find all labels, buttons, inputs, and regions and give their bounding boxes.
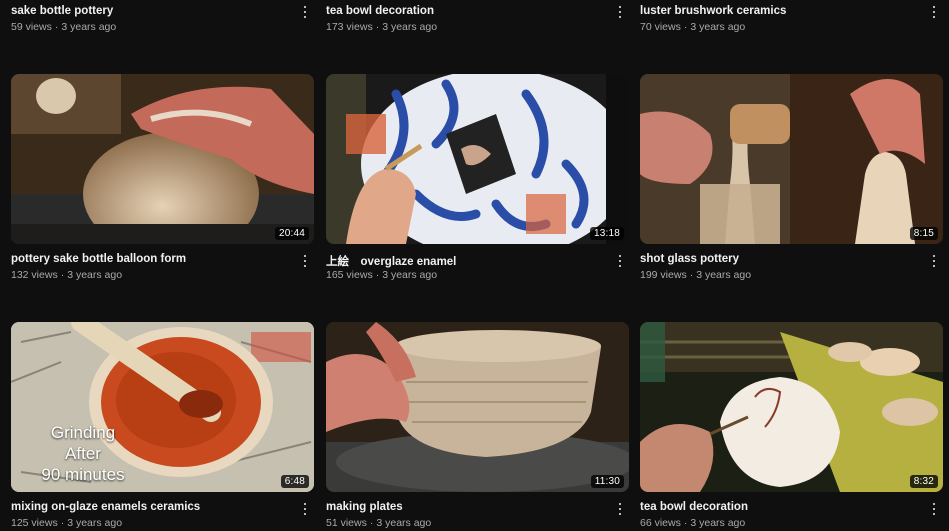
video-meta: 59 views · 3 years ago: [11, 21, 116, 33]
upload-age: 3 years ago: [696, 269, 752, 281]
video-meta: 132 views · 3 years ago: [11, 269, 122, 281]
video-meta: 125 views · 3 years ago: [11, 517, 122, 529]
video-thumbnail[interactable]: 11:30: [326, 322, 629, 492]
upload-age: 3 years ago: [690, 517, 746, 529]
more-options-icon[interactable]: [300, 254, 310, 268]
thumbnail-overlay-text: Grinding After 90 minutes: [23, 422, 143, 485]
video-duration: 8:32: [909, 475, 938, 488]
more-options-icon[interactable]: [929, 254, 939, 268]
more-options-icon[interactable]: [615, 254, 625, 268]
video-title[interactable]: making plates: [326, 501, 403, 513]
thumbnail-image: [11, 74, 314, 244]
meta-separator: ·: [689, 269, 694, 281]
meta-separator: ·: [369, 517, 374, 529]
video-thumbnail[interactable]: 8:32: [640, 322, 943, 492]
view-count: 66 views: [640, 517, 681, 529]
thumbnail-image: [326, 322, 629, 492]
overlay-line: Grinding: [50, 423, 116, 442]
video-duration: 13:18: [589, 227, 624, 240]
video-thumbnail[interactable]: 8:15: [640, 74, 943, 244]
video-title[interactable]: tea bowl decoration: [326, 5, 434, 17]
view-count: 70 views: [640, 21, 681, 33]
video-title[interactable]: sake bottle pottery: [11, 5, 113, 17]
video-title[interactable]: tea bowl decoration: [640, 501, 748, 513]
meta-separator: ·: [683, 517, 688, 529]
video-title[interactable]: luster brushwork ceramics: [640, 5, 786, 17]
thumbnail-image: [640, 74, 943, 244]
video-title[interactable]: mixing on-glaze enamels ceramics: [11, 501, 200, 513]
video-thumbnail[interactable]: 13:18: [326, 74, 629, 244]
thumbnail-image: [640, 322, 943, 492]
view-count: 199 views: [640, 269, 687, 281]
upload-age: 3 years ago: [67, 517, 123, 529]
meta-separator: ·: [375, 21, 380, 33]
more-options-icon[interactable]: [300, 502, 310, 516]
more-options-icon[interactable]: [929, 5, 939, 19]
video-duration: 8:15: [909, 227, 938, 240]
view-count: 132 views: [11, 269, 58, 281]
meta-separator: ·: [54, 21, 59, 33]
more-options-icon[interactable]: [615, 502, 625, 516]
video-duration: 11:30: [590, 475, 624, 488]
video-thumbnail[interactable]: 20:44: [11, 74, 314, 244]
video-meta: 173 views · 3 years ago: [326, 21, 437, 33]
video-meta: 66 views · 3 years ago: [640, 517, 745, 529]
more-options-icon[interactable]: [929, 502, 939, 516]
overlay-line: After: [65, 444, 101, 463]
overlay-line: 90 minutes: [41, 465, 125, 484]
upload-age: 3 years ago: [690, 21, 746, 33]
upload-age: 3 years ago: [67, 269, 123, 281]
view-count: 51 views: [326, 517, 367, 529]
meta-separator: ·: [60, 517, 65, 529]
video-meta: 165 views · 3 years ago: [326, 269, 437, 281]
view-count: 59 views: [11, 21, 52, 33]
video-title[interactable]: pottery sake bottle balloon form: [11, 253, 186, 265]
video-meta: 51 views · 3 years ago: [326, 517, 431, 529]
view-count: 125 views: [11, 517, 58, 529]
more-options-icon[interactable]: [300, 5, 310, 19]
meta-separator: ·: [683, 21, 688, 33]
thumbnail-image: [326, 74, 629, 244]
meta-separator: ·: [60, 269, 65, 281]
upload-age: 3 years ago: [382, 269, 438, 281]
video-title[interactable]: shot glass pottery: [640, 253, 739, 265]
video-meta: 199 views · 3 years ago: [640, 269, 751, 281]
upload-age: 3 years ago: [61, 21, 117, 33]
more-options-icon[interactable]: [615, 5, 625, 19]
video-thumbnail[interactable]: Grinding After 90 minutes 6:48: [11, 322, 314, 492]
video-duration: 20:44: [274, 227, 309, 240]
video-duration: 6:48: [280, 475, 309, 488]
view-count: 165 views: [326, 269, 373, 281]
upload-age: 3 years ago: [382, 21, 438, 33]
video-meta: 70 views · 3 years ago: [640, 21, 745, 33]
meta-separator: ·: [375, 269, 380, 281]
view-count: 173 views: [326, 21, 373, 33]
upload-age: 3 years ago: [376, 517, 432, 529]
video-title[interactable]: 上絵 overglaze enamel: [326, 253, 456, 269]
